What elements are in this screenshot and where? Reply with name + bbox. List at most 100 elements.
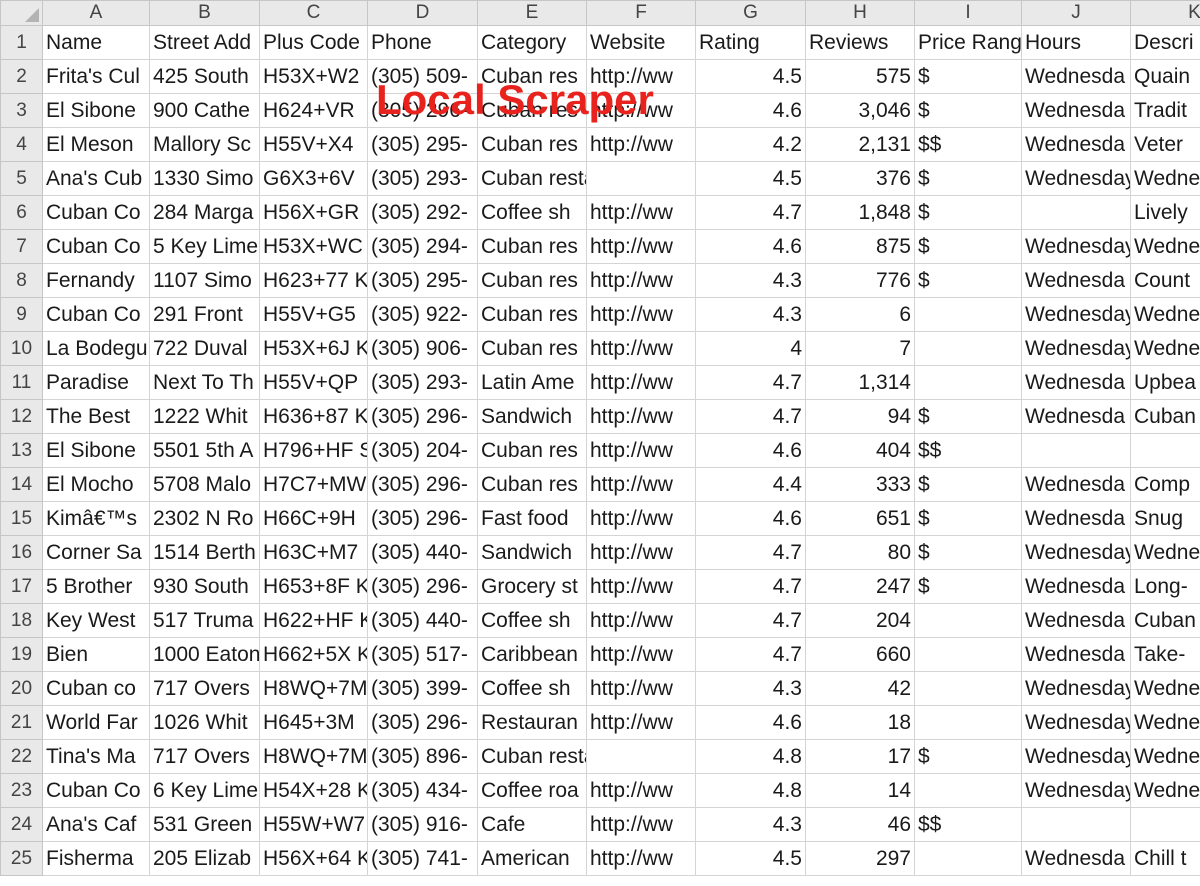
cell-d[interactable]: (305) 296-	[367, 93, 478, 128]
cell-k[interactable]: Wednesday, 6AM	[1130, 671, 1200, 706]
cell-b[interactable]: 5708 Malo	[149, 467, 260, 502]
cell-h[interactable]: 875	[805, 229, 915, 264]
cell-k[interactable]: Wednesday, 7AM	[1130, 297, 1200, 332]
cell-b[interactable]: 291 Front	[149, 297, 260, 332]
cell-k[interactable]: Descri	[1130, 25, 1200, 60]
cell-e[interactable]: Cuban restaurant	[477, 161, 587, 196]
row-header[interactable]: 1	[0, 25, 43, 60]
cell-h[interactable]: 14	[805, 773, 915, 808]
cell-i[interactable]	[914, 331, 1022, 366]
cell-f[interactable]: http://ww	[586, 399, 696, 434]
cell-h[interactable]: 42	[805, 671, 915, 706]
cell-a[interactable]: Bien	[42, 637, 150, 672]
cell-i[interactable]	[914, 705, 1022, 740]
cell-e[interactable]: Cuban res	[477, 263, 587, 298]
cell-k[interactable]: Wednesday, 5AM	[1130, 705, 1200, 740]
column-header-a[interactable]: A	[42, 0, 150, 26]
cell-h[interactable]: 17	[805, 739, 915, 774]
cell-c[interactable]: G6X3+6V	[259, 161, 368, 196]
column-header-k[interactable]: K	[1130, 0, 1200, 26]
column-header-j[interactable]: J	[1021, 0, 1131, 26]
cell-k[interactable]: Wednesday, 6AM	[1130, 739, 1200, 774]
cell-e[interactable]: Cuban res	[477, 331, 587, 366]
cell-g[interactable]: 4.6	[695, 229, 806, 264]
cell-g[interactable]: 4.2	[695, 127, 806, 162]
cell-a[interactable]: Ana's Caf	[42, 807, 150, 842]
cell-j[interactable]: Wednesda	[1021, 365, 1131, 400]
cell-b[interactable]: Street Add	[149, 25, 260, 60]
cell-b[interactable]: 722 Duval	[149, 331, 260, 366]
cell-d[interactable]: (305) 296-	[367, 467, 478, 502]
cell-i[interactable]: $	[914, 59, 1022, 94]
cell-a[interactable]: Tina's Ma	[42, 739, 150, 774]
cell-e[interactable]: Coffee sh	[477, 603, 587, 638]
cell-j[interactable]: Wednesda	[1021, 263, 1131, 298]
cell-i[interactable]: $	[914, 569, 1022, 604]
row-header[interactable]: 8	[0, 263, 43, 298]
cell-f[interactable]: http://ww	[586, 807, 696, 842]
cell-e[interactable]: Cuban res	[477, 297, 587, 332]
cell-e[interactable]: Coffee sh	[477, 671, 587, 706]
cell-h[interactable]: 297	[805, 841, 915, 876]
cell-a[interactable]: Kimâ€™s	[42, 501, 150, 536]
cell-h[interactable]: Reviews	[805, 25, 915, 60]
cell-b[interactable]: 1107 Simo	[149, 263, 260, 298]
row-header[interactable]: 2	[0, 59, 43, 94]
cell-k[interactable]: Cuban	[1130, 399, 1200, 434]
cell-a[interactable]: Cuban Co	[42, 297, 150, 332]
cell-i[interactable]: Price Rang	[914, 25, 1022, 60]
cell-k[interactable]: Long-	[1130, 569, 1200, 604]
cell-j[interactable]: Wednesda	[1021, 603, 1131, 638]
cell-b[interactable]: 6 Key Lime	[149, 773, 260, 808]
cell-e[interactable]: Cuban res	[477, 467, 587, 502]
cell-k[interactable]: Wednesday, 7AM	[1130, 229, 1200, 264]
cell-i[interactable]: $$	[914, 807, 1022, 842]
cell-c[interactable]: H53X+WC	[259, 229, 368, 264]
cell-c[interactable]: H63C+M7	[259, 535, 368, 570]
select-all-corner[interactable]	[0, 0, 43, 26]
cell-f[interactable]: http://ww	[586, 637, 696, 672]
cell-a[interactable]: La Bodegu	[42, 331, 150, 366]
cell-i[interactable]: $	[914, 195, 1022, 230]
cell-c[interactable]: H56X+64 K	[259, 841, 368, 876]
cell-g[interactable]: 4.7	[695, 569, 806, 604]
cell-j[interactable]: Wednesda	[1021, 399, 1131, 434]
cell-j[interactable]	[1021, 195, 1131, 230]
row-header[interactable]: 4	[0, 127, 43, 162]
cell-b[interactable]: 930 South	[149, 569, 260, 604]
cell-i[interactable]: $	[914, 739, 1022, 774]
column-header-d[interactable]: D	[367, 0, 478, 26]
cell-h[interactable]: 46	[805, 807, 915, 842]
cell-g[interactable]: 4.7	[695, 637, 806, 672]
row-header[interactable]: 25	[0, 841, 43, 876]
cell-a[interactable]: Cuban Co	[42, 229, 150, 264]
cell-f[interactable]	[586, 739, 696, 774]
cell-f[interactable]: http://ww	[586, 331, 696, 366]
cell-d[interactable]: (305) 296-	[367, 705, 478, 740]
cell-g[interactable]: 4.6	[695, 705, 806, 740]
cell-c[interactable]: H66C+9H	[259, 501, 368, 536]
row-header[interactable]: 13	[0, 433, 43, 468]
cell-c[interactable]: H56X+GR	[259, 195, 368, 230]
cell-f[interactable]: http://ww	[586, 127, 696, 162]
cell-a[interactable]: Corner Sa	[42, 535, 150, 570]
cell-k[interactable]: Quain	[1130, 59, 1200, 94]
cell-g[interactable]: 4.7	[695, 603, 806, 638]
cell-c[interactable]: H55V+QP	[259, 365, 368, 400]
cell-b[interactable]: 5501 5th A	[149, 433, 260, 468]
cell-f[interactable]: http://ww	[586, 501, 696, 536]
cell-f[interactable]	[586, 161, 696, 196]
cell-c[interactable]: H55V+G5	[259, 297, 368, 332]
cell-c[interactable]: H55W+W7	[259, 807, 368, 842]
cell-e[interactable]: Sandwich	[477, 535, 587, 570]
cell-c[interactable]: H636+87 K	[259, 399, 368, 434]
cell-g[interactable]: 4.8	[695, 773, 806, 808]
cell-j[interactable]: Wednesday, 7AM	[1021, 773, 1131, 808]
cell-e[interactable]: Cuban restaurant	[477, 739, 587, 774]
cell-f[interactable]: http://ww	[586, 841, 696, 876]
cell-e[interactable]: American	[477, 841, 587, 876]
cell-d[interactable]: (305) 896-	[367, 739, 478, 774]
cell-e[interactable]: Category	[477, 25, 587, 60]
cell-a[interactable]: Fisherma	[42, 841, 150, 876]
column-header-i[interactable]: I	[914, 0, 1022, 26]
